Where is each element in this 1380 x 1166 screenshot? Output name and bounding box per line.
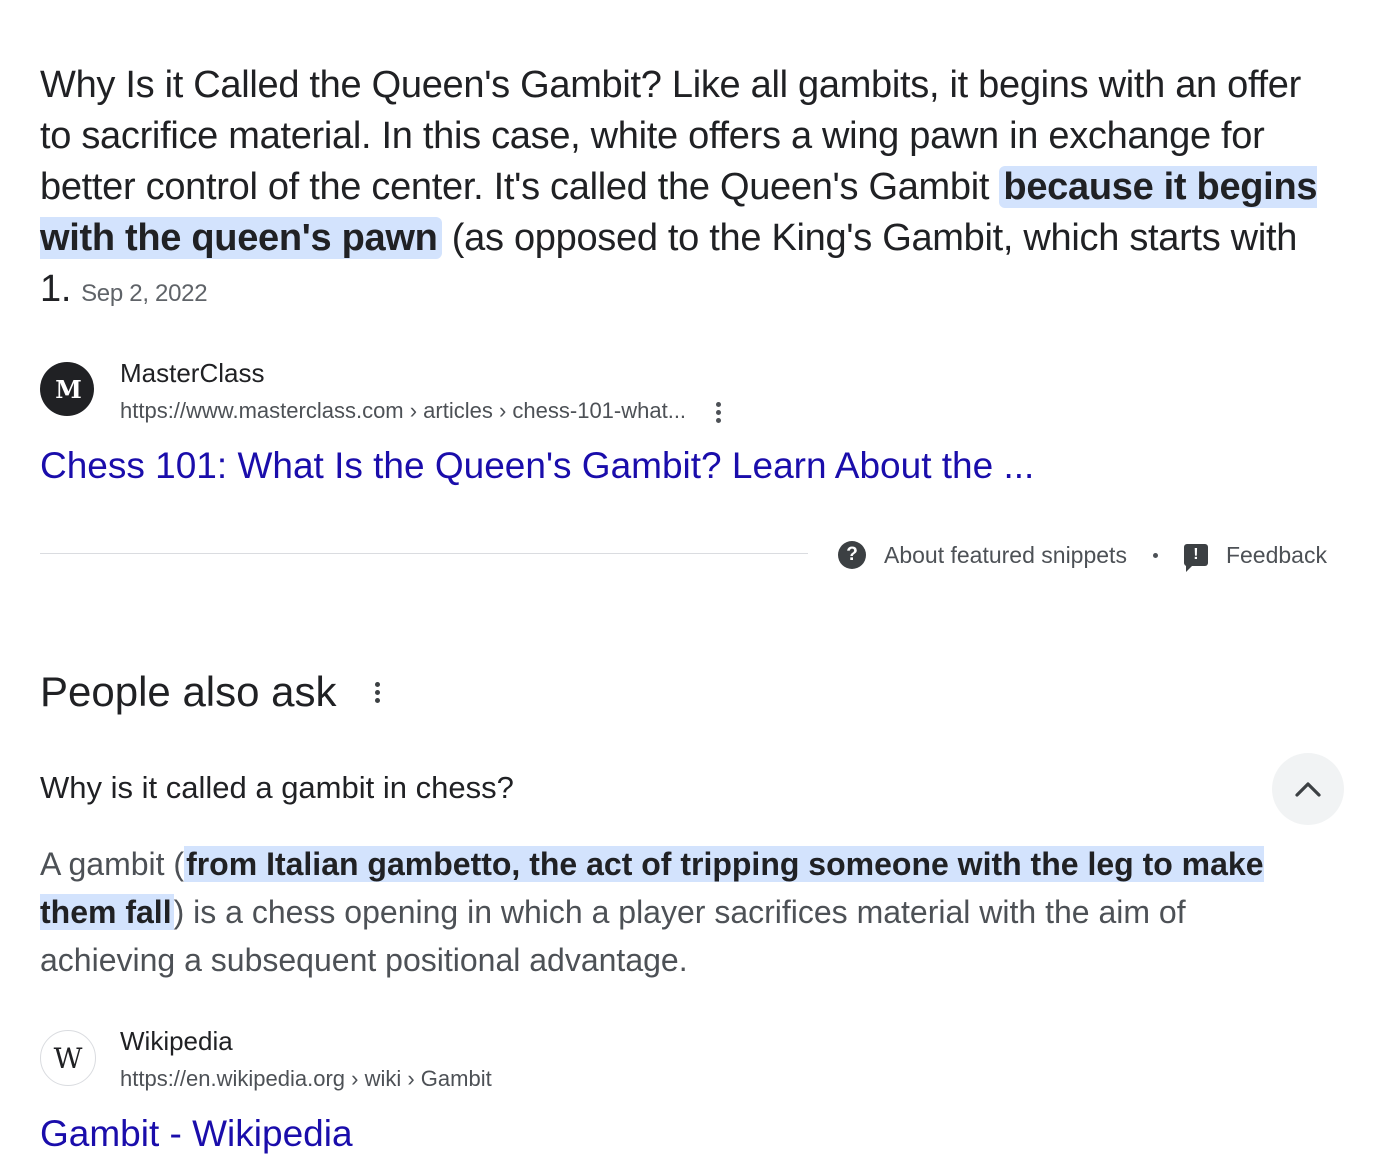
more-options-icon[interactable] [374,679,381,706]
source-name: MasterClass [120,358,265,388]
snippet-date: Sep 2, 2022 [81,280,208,307]
source-url: https://www.masterclass.com › articles ›… [120,398,722,426]
result-link-wikipedia[interactable]: Gambit - Wikipedia [40,1113,353,1155]
source-masterclass[interactable]: M MasterClass https://www.masterclass.co… [40,358,840,423]
snippet-footer: ? About featured snippets ! Feedback [838,538,1327,572]
chevron-up-icon [1295,782,1321,797]
answer-text-before: A gambit ( [40,846,185,882]
source-url: https://en.wikipedia.org › wiki › Gambit [120,1066,492,1091]
people-also-ask-heading: People also ask [40,668,381,716]
wikipedia-favicon-icon: W [40,1030,96,1086]
divider [40,553,808,554]
feedback-link[interactable]: Feedback [1226,542,1327,569]
result-link-masterclass[interactable]: Chess 101: What Is the Queen's Gambit? L… [40,445,1034,487]
answer-text-after: ) is a chess opening in which a player s… [40,894,1186,978]
paa-question[interactable]: Why is it called a gambit in chess? [40,770,514,806]
featured-snippet-text: Why Is it Called the Queen's Gambit? Lik… [40,60,1340,319]
source-wikipedia[interactable]: W Wikipedia https://en.wikipedia.org › w… [40,1026,840,1091]
more-options-icon[interactable] [716,399,722,426]
separator-dot [1152,552,1158,558]
paa-answer: A gambit (from Italian gambetto, the act… [40,840,1300,984]
help-circle-icon[interactable]: ? [838,541,866,569]
about-featured-snippets-link[interactable]: About featured snippets [884,542,1127,569]
masterclass-favicon-icon: M [40,362,94,416]
collapse-button[interactable] [1272,753,1344,825]
source-name: Wikipedia [120,1026,233,1056]
feedback-icon[interactable]: ! [1183,544,1208,572]
